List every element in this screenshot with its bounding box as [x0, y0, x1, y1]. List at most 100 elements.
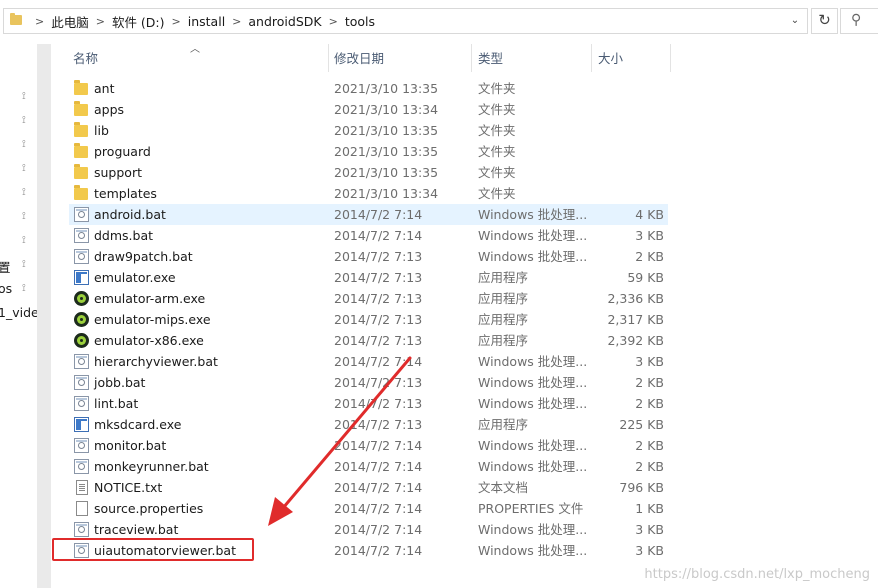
file-modified-date: 2014/7/2 7:14 [334, 501, 423, 516]
highlight-box [52, 538, 254, 561]
breadcrumb-separator-icon[interactable]: > [96, 15, 105, 28]
nav-item-label[interactable]: 置 [0, 257, 11, 276]
address-bar-row: > 此电脑 > 软件 (D:) > install > androidSDK > tools ⌄ … [0, 0, 878, 44]
column-divider[interactable] [328, 44, 329, 72]
file-size: 2 KB [635, 459, 664, 474]
batch-file-icon [74, 249, 89, 264]
file-size: 225 KB [619, 417, 664, 432]
file-modified-date: 2014/7/2 7:13 [334, 312, 423, 327]
file-row[interactable]: emulator-mips.exe 2014/7/2 7:13 应用程序 2,317 … [69, 309, 668, 330]
pin-icon[interactable]: ⟟ [22, 116, 30, 126]
emulator-icon [74, 333, 89, 348]
pin-icon[interactable]: ⟟ [22, 164, 30, 174]
column-header-date[interactable]: 修改日期 [334, 44, 384, 74]
breadcrumb-separator-icon[interactable]: > [35, 15, 44, 28]
file-row[interactable]: jobb.bat 2014/7/2 7:13 Windows 批处理... 2 KB [69, 372, 668, 393]
navigation-scrollbar[interactable] [37, 44, 51, 588]
column-header-size[interactable]: 大小 [598, 44, 623, 74]
file-type: Windows 批处理... [478, 249, 588, 264]
generic-file-icon [76, 501, 88, 516]
file-row[interactable]: lib 2021/3/10 13:35 文件夹 [69, 120, 668, 141]
folder-icon [74, 185, 88, 200]
file-size: 2 KB [635, 438, 664, 453]
column-divider[interactable] [591, 44, 592, 72]
file-type: Windows 批处理... [478, 459, 588, 474]
file-row[interactable]: NOTICE.txt 2014/7/2 7:14 文本文档 796 KB [69, 477, 668, 498]
file-type: Windows 批处理... [478, 396, 588, 411]
address-bar[interactable]: > 此电脑 > 软件 (D:) > install > androidSDK > tools ⌄ [3, 8, 808, 34]
pin-icon[interactable]: ⟟ [22, 140, 30, 150]
batch-file-icon [74, 522, 89, 537]
address-dropdown-icon[interactable]: ⌄ [787, 12, 803, 30]
file-row[interactable]: emulator.exe 2014/7/2 7:13 应用程序 59 KB [69, 267, 668, 288]
folder-icon [74, 143, 88, 158]
file-modified-date: 2014/7/2 7:13 [334, 270, 423, 285]
nav-item-label[interactable]: os [0, 281, 12, 296]
file-name: hierarchyviewer.bat [94, 354, 218, 369]
breadcrumb-separator-icon[interactable]: > [232, 15, 241, 28]
file-row[interactable]: draw9patch.bat 2014/7/2 7:13 Windows 批处理..… [69, 246, 668, 267]
file-row[interactable]: proguard 2021/3/10 13:35 文件夹 [69, 141, 668, 162]
file-modified-date: 2014/7/2 7:13 [334, 417, 423, 432]
file-row[interactable]: templates 2021/3/10 13:34 文件夹 [69, 183, 668, 204]
file-type: 应用程序 [478, 312, 529, 327]
breadcrumb-item[interactable]: install [188, 14, 225, 29]
file-row[interactable]: emulator-x86.exe 2014/7/2 7:13 应用程序 2,392 K… [69, 330, 668, 351]
nav-item-label[interactable]: 1_vide [0, 305, 39, 320]
refresh-icon: ↻ [818, 11, 831, 29]
file-size: 3 KB [635, 543, 664, 558]
batch-file-icon [74, 396, 89, 411]
file-size: 2 KB [635, 396, 664, 411]
file-type: Windows 批处理... [478, 543, 588, 558]
file-row[interactable]: ddms.bat 2014/7/2 7:14 Windows 批处理... 3 KB [69, 225, 668, 246]
pin-icon[interactable]: ⟟ [22, 188, 30, 198]
file-type: Windows 批处理... [478, 228, 588, 243]
file-row[interactable]: lint.bat 2014/7/2 7:13 Windows 批处理... 2 KB [69, 393, 668, 414]
file-name: ddms.bat [94, 228, 154, 243]
file-row[interactable]: emulator-arm.exe 2014/7/2 7:13 应用程序 2,336 K… [69, 288, 668, 309]
file-row[interactable]: apps 2021/3/10 13:34 文件夹 [69, 99, 668, 120]
file-size: 2,336 KB [607, 291, 664, 306]
refresh-button[interactable]: ↻ [811, 8, 838, 34]
pin-icon[interactable]: ⟟ [22, 212, 30, 222]
breadcrumb-item[interactable]: 软件 (D:) [112, 12, 165, 31]
file-row[interactable]: source.properties 2014/7/2 7:14 PROPERTIES… [69, 498, 668, 519]
pin-icon[interactable]: ⟟ [22, 260, 30, 270]
file-type: 应用程序 [478, 291, 529, 306]
file-modified-date: 2014/7/2 7:13 [334, 291, 423, 306]
file-size: 59 KB [627, 270, 664, 285]
column-divider[interactable] [670, 44, 671, 72]
file-row[interactable]: mksdcard.exe 2014/7/2 7:13 应用程序 225 KB [69, 414, 668, 435]
file-type: 文件夹 [478, 81, 516, 96]
breadcrumb-item[interactable]: 此电脑 [51, 12, 89, 31]
file-row[interactable]: support 2021/3/10 13:35 文件夹 [69, 162, 668, 183]
file-modified-date: 2014/7/2 7:14 [334, 459, 423, 474]
breadcrumb-separator-icon[interactable]: > [329, 15, 338, 28]
file-row[interactable]: hierarchyviewer.bat 2014/7/2 7:14 Windows … [69, 351, 668, 372]
file-name: mksdcard.exe [94, 417, 182, 432]
pin-icon[interactable]: ⟟ [22, 236, 30, 246]
file-size: 2,392 KB [607, 333, 664, 348]
column-divider[interactable] [471, 44, 472, 72]
breadcrumb-item[interactable]: androidSDK [248, 14, 321, 29]
breadcrumb-item[interactable]: tools [345, 14, 375, 29]
application-icon [74, 270, 89, 285]
breadcrumb-separator-icon[interactable]: > [172, 15, 181, 28]
pin-icon[interactable]: ⟟ [22, 284, 30, 294]
file-name: emulator.exe [94, 270, 176, 285]
file-row[interactable]: ant 2021/3/10 13:35 文件夹 [69, 78, 668, 99]
search-icon: ⚲ [851, 12, 862, 28]
file-row[interactable]: monkeyrunner.bat 2014/7/2 7:14 Windows 批处理… [69, 456, 668, 477]
text-document-icon [76, 480, 88, 495]
file-row[interactable]: traceview.bat 2014/7/2 7:14 Windows 批处理...… [69, 519, 668, 540]
file-type: 文件夹 [478, 102, 516, 117]
column-header-name[interactable]: 名称 [73, 44, 98, 74]
file-row[interactable]: android.bat 2014/7/2 7:14 Windows 批处理... 4 … [69, 204, 668, 225]
file-size: 3 KB [635, 228, 664, 243]
column-header-type[interactable]: 类型 [478, 44, 503, 74]
file-row[interactable]: monitor.bat 2014/7/2 7:14 Windows 批处理... 2 … [69, 435, 668, 456]
search-input[interactable]: ⚲ [840, 8, 878, 34]
file-type: Windows 批处理... [478, 375, 588, 390]
file-modified-date: 2021/3/10 13:35 [334, 144, 439, 159]
pin-icon[interactable]: ⟟ [22, 92, 30, 102]
